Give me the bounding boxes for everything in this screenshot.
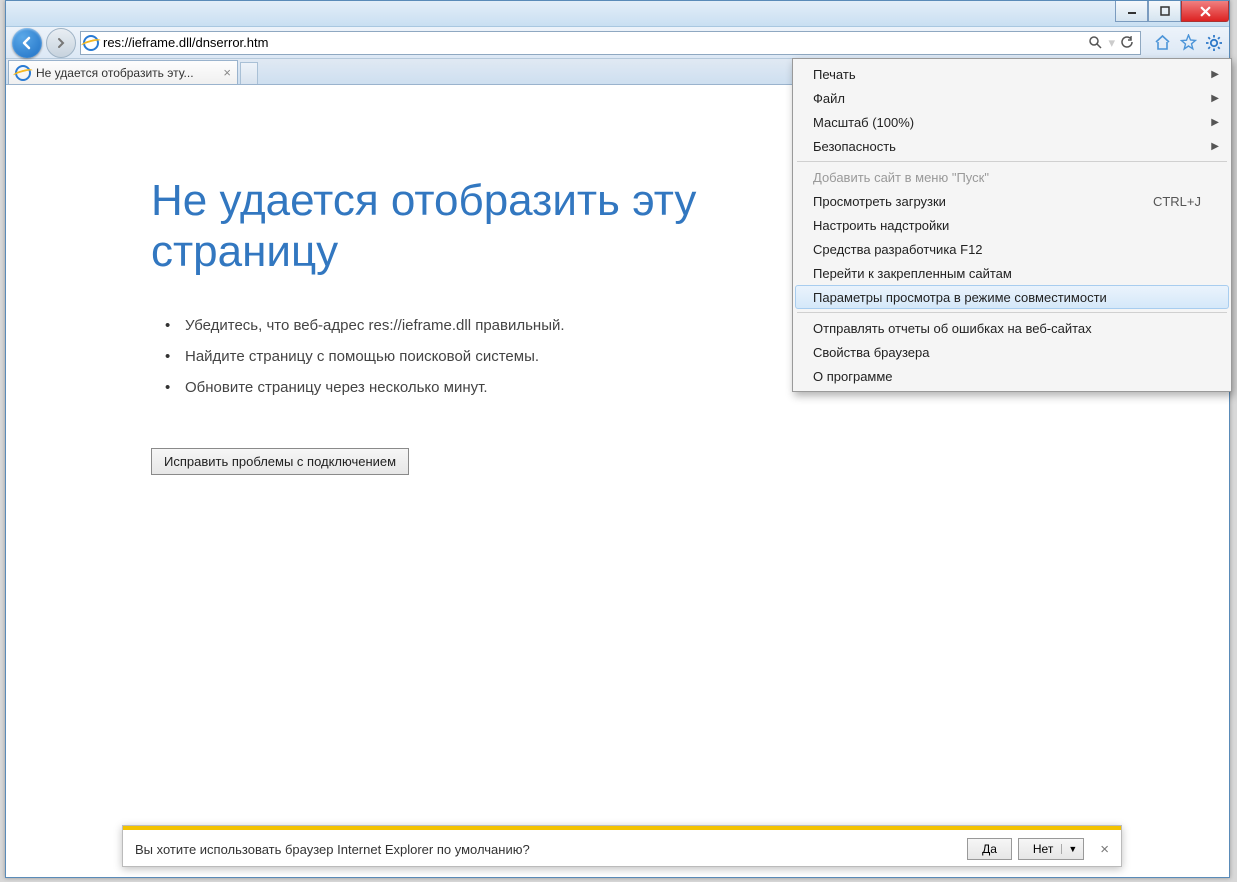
menu-item[interactable]: Масштаб (100%) ▶ bbox=[795, 110, 1229, 134]
navigation-bar: ▾ bbox=[6, 27, 1229, 59]
search-icon[interactable] bbox=[1089, 36, 1102, 49]
url-input[interactable] bbox=[101, 35, 1083, 50]
back-button[interactable] bbox=[12, 28, 42, 58]
menu-shortcut: CTRL+J bbox=[1153, 194, 1201, 209]
menu-item-label: Файл bbox=[813, 91, 845, 106]
error-title: Не удается отобразить эту страницу bbox=[151, 176, 851, 277]
infobar-yes-button[interactable]: Да bbox=[967, 838, 1012, 860]
submenu-arrow-icon: ▶ bbox=[1211, 93, 1219, 104]
submenu-arrow-icon: ▶ bbox=[1211, 69, 1219, 80]
tools-menu: Печать ▶ Файл ▶ Масштаб (100%) ▶ Безопасность ▶… bbox=[792, 58, 1232, 392]
fix-connection-button[interactable]: Исправить проблемы с подключением bbox=[151, 448, 409, 475]
chevron-down-icon[interactable]: ▼ bbox=[1061, 844, 1077, 854]
separator: ▾ bbox=[1108, 35, 1115, 51]
menu-item-label: Средства разработчика F12 bbox=[813, 242, 983, 257]
menu-separator bbox=[797, 312, 1227, 313]
menu-item[interactable]: Файл ▶ bbox=[795, 86, 1229, 110]
site-icon bbox=[81, 35, 101, 51]
tab-close-icon[interactable]: × bbox=[223, 65, 231, 80]
menu-item-label: Просмотреть загрузки bbox=[813, 194, 946, 209]
arrow-left-icon bbox=[20, 36, 34, 50]
ie-logo-icon bbox=[15, 65, 31, 81]
menu-item-label: Перейти к закрепленным сайтам bbox=[813, 266, 1012, 281]
menu-item[interactable]: Отправлять отчеты об ошибках на веб-сайт… bbox=[795, 316, 1229, 340]
menu-item[interactable]: Просмотреть загрузки CTRL+J bbox=[795, 189, 1229, 213]
infobar-text: Вы хотите использовать браузер Internet … bbox=[135, 842, 530, 857]
menu-item-label: Свойства браузера bbox=[813, 345, 929, 360]
menu-item-label: Настроить надстройки bbox=[813, 218, 949, 233]
submenu-arrow-icon: ▶ bbox=[1211, 117, 1219, 128]
refresh-icon[interactable] bbox=[1121, 36, 1134, 49]
favorites-icon[interactable] bbox=[1179, 34, 1197, 52]
infobar-close-icon[interactable]: × bbox=[1100, 841, 1109, 858]
menu-item-label: Безопасность bbox=[813, 139, 896, 154]
menu-item[interactable]: Параметры просмотра в режиме совместимос… bbox=[795, 285, 1229, 309]
menu-item[interactable]: Настроить надстройки bbox=[795, 213, 1229, 237]
ie-logo-icon bbox=[83, 35, 99, 51]
menu-item[interactable]: Безопасность ▶ bbox=[795, 134, 1229, 158]
minimize-button[interactable] bbox=[1115, 1, 1148, 22]
menu-item-label: Отправлять отчеты об ошибках на веб-сайт… bbox=[813, 321, 1092, 336]
title-bar[interactable] bbox=[6, 1, 1229, 27]
menu-item: Добавить сайт в меню "Пуск" bbox=[795, 165, 1229, 189]
menu-item-label: Масштаб (100%) bbox=[813, 115, 914, 130]
default-browser-infobar: Вы хотите использовать браузер Internet … bbox=[122, 825, 1122, 867]
maximize-button[interactable] bbox=[1148, 1, 1181, 22]
menu-item[interactable]: О программе bbox=[795, 364, 1229, 388]
menu-item[interactable]: Печать ▶ bbox=[795, 62, 1229, 86]
new-tab-button[interactable] bbox=[240, 62, 258, 84]
tools-icon[interactable] bbox=[1205, 34, 1223, 52]
menu-item[interactable]: Свойства браузера bbox=[795, 340, 1229, 364]
tab-active[interactable]: Не удается отобразить эту... × bbox=[8, 60, 238, 84]
tab-title: Не удается отобразить эту... bbox=[36, 66, 194, 80]
address-bar[interactable]: ▾ bbox=[80, 31, 1141, 55]
menu-item-label: О программе bbox=[813, 369, 893, 384]
forward-button[interactable] bbox=[46, 28, 76, 58]
menu-item-label: Параметры просмотра в режиме совместимос… bbox=[813, 290, 1107, 305]
arrow-right-icon bbox=[55, 37, 67, 49]
menu-item-label: Печать bbox=[813, 67, 856, 82]
home-icon[interactable] bbox=[1153, 34, 1171, 52]
menu-separator bbox=[797, 161, 1227, 162]
close-button[interactable] bbox=[1181, 1, 1229, 22]
infobar-no-button[interactable]: Нет▼ bbox=[1018, 838, 1084, 860]
menu-item[interactable]: Средства разработчика F12 bbox=[795, 237, 1229, 261]
menu-item-label: Добавить сайт в меню "Пуск" bbox=[813, 170, 989, 185]
submenu-arrow-icon: ▶ bbox=[1211, 141, 1219, 152]
menu-item[interactable]: Перейти к закрепленным сайтам bbox=[795, 261, 1229, 285]
